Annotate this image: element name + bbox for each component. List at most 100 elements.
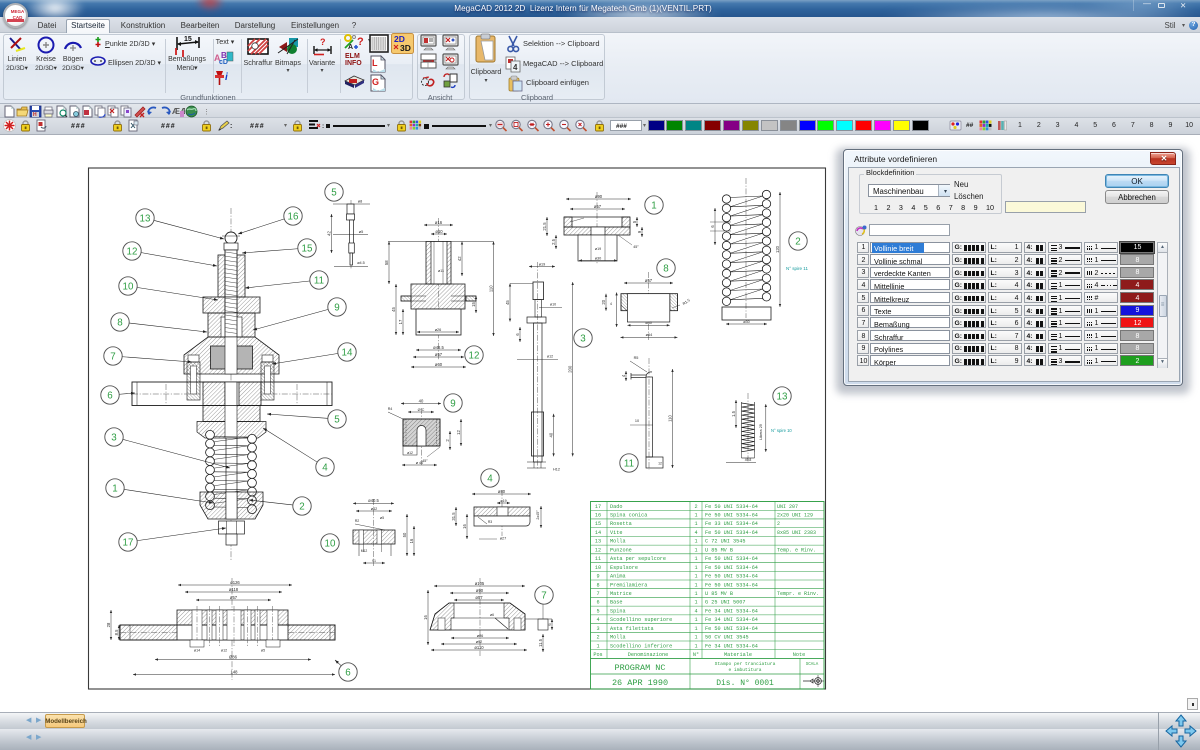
svg-text:ø14: ø14 <box>194 649 200 653</box>
svg-text:1: 1 <box>694 617 697 623</box>
svg-text:12: 12 <box>595 547 601 553</box>
svg-text:Denominazione: Denominazione <box>628 652 668 658</box>
svg-text:G 25 UNI 5007: G 25 UNI 5007 <box>705 600 745 606</box>
svg-text:ø90: ø90 <box>476 588 484 593</box>
svg-text:1: 1 <box>694 626 697 632</box>
svg-text:ø10: ø10 <box>435 229 443 234</box>
svg-text:Fe 34 UNI 5334-64: Fe 34 UNI 5334-64 <box>705 643 758 649</box>
svg-text:ø30: ø30 <box>743 320 750 324</box>
svg-text:Tempr. e Rinv.: Tempr. e Rinv. <box>777 591 819 597</box>
svg-text:ø4.5: ø4.5 <box>357 261 365 265</box>
svg-text:7: 7 <box>596 591 599 597</box>
svg-text:13: 13 <box>777 391 788 402</box>
svg-text:Premilamiera: Premilamiera <box>610 582 647 588</box>
svg-text:ø12: ø12 <box>407 451 413 455</box>
svg-text:9: 9 <box>596 574 599 580</box>
svg-text:ø26: ø26 <box>435 328 442 332</box>
svg-text:9: 9 <box>334 302 339 313</box>
svg-text:ø42: ø42 <box>371 507 378 511</box>
svg-text:50 CV UNI 3545: 50 CV UNI 3545 <box>705 635 749 641</box>
svg-text:Base: Base <box>610 600 622 606</box>
svg-text:ø80: ø80 <box>498 489 506 494</box>
svg-text:1: 1 <box>694 521 697 527</box>
svg-text:4: 4 <box>596 617 599 623</box>
svg-text:1.5: 1.5 <box>731 410 736 416</box>
svg-text:Pos: Pos <box>593 652 602 658</box>
svg-text:31.5: 31.5 <box>451 512 456 521</box>
svg-text:Fe 34 UNI 5334-64: Fe 34 UNI 5334-64 <box>705 608 758 614</box>
svg-text:R4: R4 <box>388 407 393 411</box>
svg-text:3: 3 <box>596 626 599 632</box>
svg-text:ø57: ø57 <box>645 278 653 283</box>
svg-text:13: 13 <box>140 213 151 224</box>
svg-text:ø6: ø6 <box>490 613 494 617</box>
svg-text:8x85 UNI 2383: 8x85 UNI 2383 <box>777 530 816 536</box>
svg-text:21.5: 21.5 <box>542 222 547 231</box>
svg-text:ø19: ø19 <box>595 247 601 251</box>
svg-text:11.5: 11.5 <box>538 638 543 647</box>
svg-text:40: 40 <box>419 398 424 403</box>
svg-text:45: 45 <box>505 300 510 305</box>
svg-text:Temp. e Rinv.: Temp. e Rinv. <box>777 547 816 553</box>
svg-text:9: 9 <box>637 230 642 233</box>
svg-text:ø5: ø5 <box>261 649 265 653</box>
svg-text:2x45°: 2x45° <box>536 510 540 520</box>
svg-text:4: 4 <box>694 608 697 614</box>
svg-text:1: 1 <box>694 582 697 588</box>
svg-text:40: 40 <box>548 432 553 437</box>
svg-text:1: 1 <box>694 574 697 580</box>
svg-text:1: 1 <box>694 513 697 519</box>
svg-text:1: 1 <box>694 547 697 553</box>
svg-text:Fe 50 UNI 5334-64: Fe 50 UNI 5334-64 <box>705 556 758 562</box>
svg-text:8: 8 <box>663 263 669 274</box>
svg-text:10: 10 <box>325 538 336 549</box>
svg-text:ø19: ø19 <box>539 262 546 266</box>
svg-text:ø57: ø57 <box>475 595 483 600</box>
svg-text:110: 110 <box>667 414 672 421</box>
svg-text:58: 58 <box>384 260 389 265</box>
svg-text:12: 12 <box>658 462 662 466</box>
svg-text:14: 14 <box>342 347 353 358</box>
svg-text:1: 1 <box>651 200 656 211</box>
svg-text:15: 15 <box>471 302 476 307</box>
svg-text:11: 11 <box>314 275 324 286</box>
svg-text:UNI 207: UNI 207 <box>777 504 798 510</box>
svg-text:Fe 50 UNI 5334-64: Fe 50 UNI 5334-64 <box>705 504 758 510</box>
svg-text:N° spire 10: N° spire 10 <box>771 428 792 433</box>
svg-text:6: 6 <box>515 333 520 336</box>
svg-text:1: 1 <box>694 635 697 641</box>
svg-text:ø19: ø19 <box>500 499 506 503</box>
svg-text:2: 2 <box>596 635 599 641</box>
svg-text:Stampo per tranciatura: Stampo per tranciatura <box>715 661 776 667</box>
svg-text:1: 1 <box>112 483 117 494</box>
svg-text:Fe 50 UNI 5334-64: Fe 50 UNI 5334-64 <box>705 513 758 519</box>
svg-text:16: 16 <box>409 538 414 543</box>
svg-text:Vite: Vite <box>610 530 622 536</box>
svg-text:1: 1 <box>694 643 697 649</box>
svg-text:5: 5 <box>334 414 340 425</box>
svg-text:1: 1 <box>694 565 697 571</box>
svg-text:1: 1 <box>694 539 697 545</box>
svg-text:e imbutitura: e imbutitura <box>728 667 761 673</box>
svg-text:2: 2 <box>445 439 450 442</box>
svg-text:4: 4 <box>621 374 626 377</box>
svg-text:42: 42 <box>326 231 331 236</box>
svg-text:C 72 UNI 3545: C 72 UNI 3545 <box>705 539 745 545</box>
svg-text:1: 1 <box>694 556 697 562</box>
svg-text:4: 4 <box>610 302 612 306</box>
svg-text:ø110: ø110 <box>474 645 484 650</box>
svg-text:6: 6 <box>710 225 715 228</box>
svg-text:ø86: ø86 <box>477 634 484 638</box>
svg-text:6: 6 <box>547 623 552 626</box>
svg-text:91: 91 <box>372 559 376 563</box>
svg-text:16: 16 <box>595 513 601 519</box>
svg-text:12: 12 <box>469 350 480 361</box>
svg-text:Dis. N° 0001: Dis. N° 0001 <box>716 679 774 688</box>
svg-text:Dado: Dado <box>610 504 622 510</box>
svg-text:Note: Note <box>793 652 805 658</box>
svg-text:ø90: ø90 <box>595 194 603 199</box>
svg-text:20: 20 <box>601 299 606 304</box>
svg-text:ø105: ø105 <box>475 581 485 586</box>
svg-text:ø40.5: ø40.5 <box>368 498 379 503</box>
svg-text:9: 9 <box>450 398 455 409</box>
